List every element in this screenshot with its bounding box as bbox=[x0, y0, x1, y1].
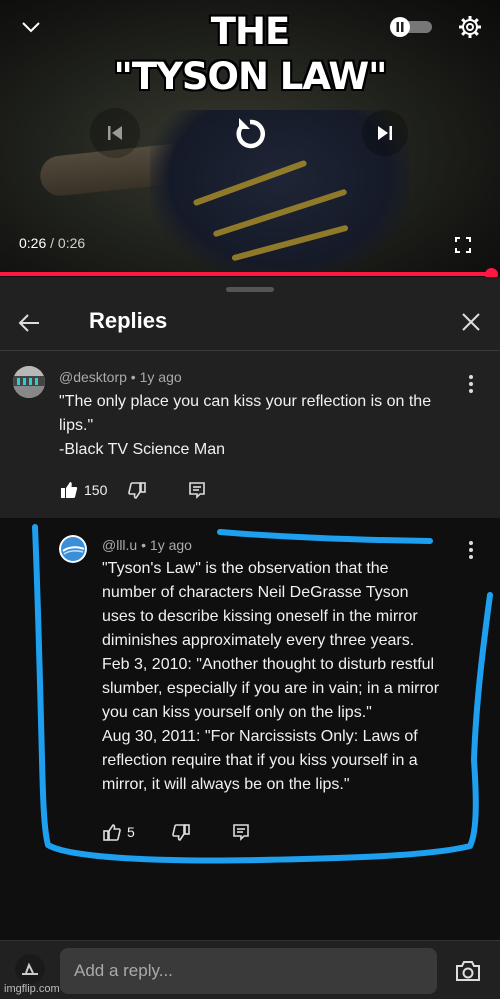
video-player[interactable]: THE "TYSON LAW" 0:26 / 0:26 bbox=[0, 0, 500, 275]
comment-text: "Tyson's Law" is the observation that th… bbox=[102, 557, 439, 797]
like-count: 150 bbox=[84, 482, 108, 498]
next-icon[interactable] bbox=[362, 110, 408, 156]
meme-title-line2: "TYSON LAW" bbox=[113, 55, 388, 98]
comment-line: lips." bbox=[59, 417, 94, 434]
watermark: imgflip.com bbox=[4, 983, 60, 995]
comment-line: mirror, it will always be on the lips." bbox=[102, 776, 350, 793]
comment-line: number of characters Neil DeGrasse Tyson bbox=[102, 584, 409, 601]
reply-icon[interactable] bbox=[231, 822, 251, 842]
reply-icon[interactable] bbox=[187, 480, 207, 500]
thumbs-up-icon bbox=[103, 824, 121, 841]
comment-line: uses to describe kissing oneself in the … bbox=[102, 608, 418, 625]
replies-header: Replies bbox=[0, 296, 500, 350]
autoplay-toggle[interactable] bbox=[388, 16, 434, 38]
fullscreen-icon[interactable] bbox=[452, 234, 474, 256]
like-button[interactable]: 5 bbox=[103, 823, 135, 841]
comment-line: "Tyson's Law" is the observation that th… bbox=[102, 560, 389, 577]
more-options-icon[interactable] bbox=[469, 375, 475, 396]
page-title: Replies bbox=[89, 308, 168, 333]
like-button[interactable]: 150 bbox=[60, 481, 107, 499]
drag-handle[interactable] bbox=[226, 287, 274, 292]
playback-time: 0:26 / 0:26 bbox=[19, 235, 85, 251]
comment-line: "The only place you can kiss your reflec… bbox=[59, 393, 432, 410]
comment-author[interactable]: @lll.u bbox=[102, 537, 137, 553]
avatar[interactable] bbox=[15, 954, 45, 984]
comment-age: 1y ago bbox=[139, 369, 182, 385]
thumbs-down-icon[interactable] bbox=[171, 823, 191, 843]
thumbs-down-icon[interactable] bbox=[127, 481, 147, 501]
time-separator: / bbox=[46, 235, 58, 251]
camera-icon[interactable] bbox=[454, 958, 482, 984]
comment-line: you can kiss yourself only on the lips." bbox=[102, 704, 372, 721]
progress-bar[interactable] bbox=[0, 272, 492, 276]
comment-meta: @desktorp • 1y ago bbox=[59, 369, 182, 385]
avatar[interactable] bbox=[59, 535, 87, 563]
comment-author[interactable]: @desktorp bbox=[59, 369, 127, 385]
header-divider bbox=[0, 350, 500, 351]
time-total: 0:26 bbox=[57, 235, 86, 251]
comment-meta: @lll.u • 1y ago bbox=[102, 537, 192, 553]
comment-text: "The only place you can kiss your reflec… bbox=[59, 390, 431, 462]
chevron-down-icon[interactable] bbox=[18, 14, 44, 40]
reply-input[interactable] bbox=[60, 948, 437, 994]
comment-line: diminishes approximately every three yea… bbox=[102, 632, 415, 649]
replay-icon[interactable] bbox=[224, 108, 276, 160]
time-current: 0:26 bbox=[19, 235, 47, 251]
avatar[interactable] bbox=[13, 366, 45, 398]
close-icon[interactable] bbox=[458, 309, 484, 335]
more-options-icon[interactable] bbox=[469, 541, 475, 562]
comment-line: reflection require that if you kiss your… bbox=[102, 752, 418, 769]
gear-icon[interactable] bbox=[456, 13, 484, 41]
previous-icon[interactable] bbox=[90, 108, 140, 158]
comment-line: Aug 30, 2011: "For Narcissists Only: Law… bbox=[102, 728, 418, 745]
comment-line: -Black TV Science Man bbox=[59, 441, 225, 458]
comment-line: slumber, especially if you are in vain; … bbox=[102, 680, 440, 697]
like-count: 5 bbox=[127, 824, 135, 840]
thumbs-up-icon bbox=[61, 482, 78, 498]
back-arrow-icon[interactable] bbox=[14, 308, 44, 338]
comment-age: 1y ago bbox=[149, 537, 192, 553]
comment-line: Feb 3, 2010: "Another thought to disturb… bbox=[102, 656, 435, 673]
